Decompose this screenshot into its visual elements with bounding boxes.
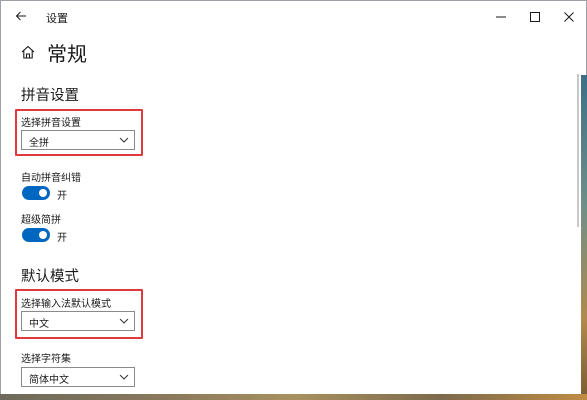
desktop-background-edge [581,75,587,400]
super-jianpin-toggle[interactable] [22,228,50,242]
back-button[interactable] [9,5,33,27]
pinyin-scheme-value: 全拼 [29,138,49,149]
pinyin-section-title: 拼音设置 [21,88,79,104]
auto-correct-state: 开 [57,191,67,202]
auto-correct-toggle[interactable] [22,186,50,200]
desktop-background-edge [0,394,587,400]
maximize-icon [530,11,540,22]
minimize-icon [496,16,506,17]
settings-window: 设置 常规 拼音设置 选择拼音设置 全拼 自动拼音纠错 开 超级简拼 开 默认模… [0,0,587,400]
window-title: 设置 [46,12,68,25]
vertical-scrollbar[interactable] [577,74,579,227]
minimize-button[interactable] [484,1,518,32]
chevron-down-icon [119,374,129,380]
default-mode-value: 中文 [29,319,49,330]
super-jianpin-state: 开 [57,233,67,244]
close-button[interactable] [552,1,586,32]
default-mode-section-title: 默认模式 [21,269,79,285]
close-icon [564,11,574,22]
page-title: 常规 [47,42,87,66]
home-icon[interactable] [20,44,36,60]
choose-pinyin-label: 选择拼音设置 [21,118,81,129]
chevron-down-icon [119,137,129,143]
choose-mode-label: 选择输入法默认模式 [21,299,111,310]
toggle-knob [39,231,47,239]
pinyin-scheme-dropdown[interactable]: 全拼 [21,130,135,150]
chevron-down-icon [119,318,129,324]
title-bar: 设置 [1,1,586,32]
default-mode-dropdown[interactable]: 中文 [21,311,135,331]
maximize-button[interactable] [518,1,552,32]
back-arrow-icon [15,11,26,21]
charset-value: 简体中文 [29,375,69,386]
auto-correct-label: 自动拼音纠错 [21,173,81,184]
toggle-knob [39,189,47,197]
super-jianpin-label: 超级简拼 [21,215,61,226]
charset-dropdown[interactable]: 简体中文 [21,367,135,387]
charset-label: 选择字符集 [21,354,71,365]
